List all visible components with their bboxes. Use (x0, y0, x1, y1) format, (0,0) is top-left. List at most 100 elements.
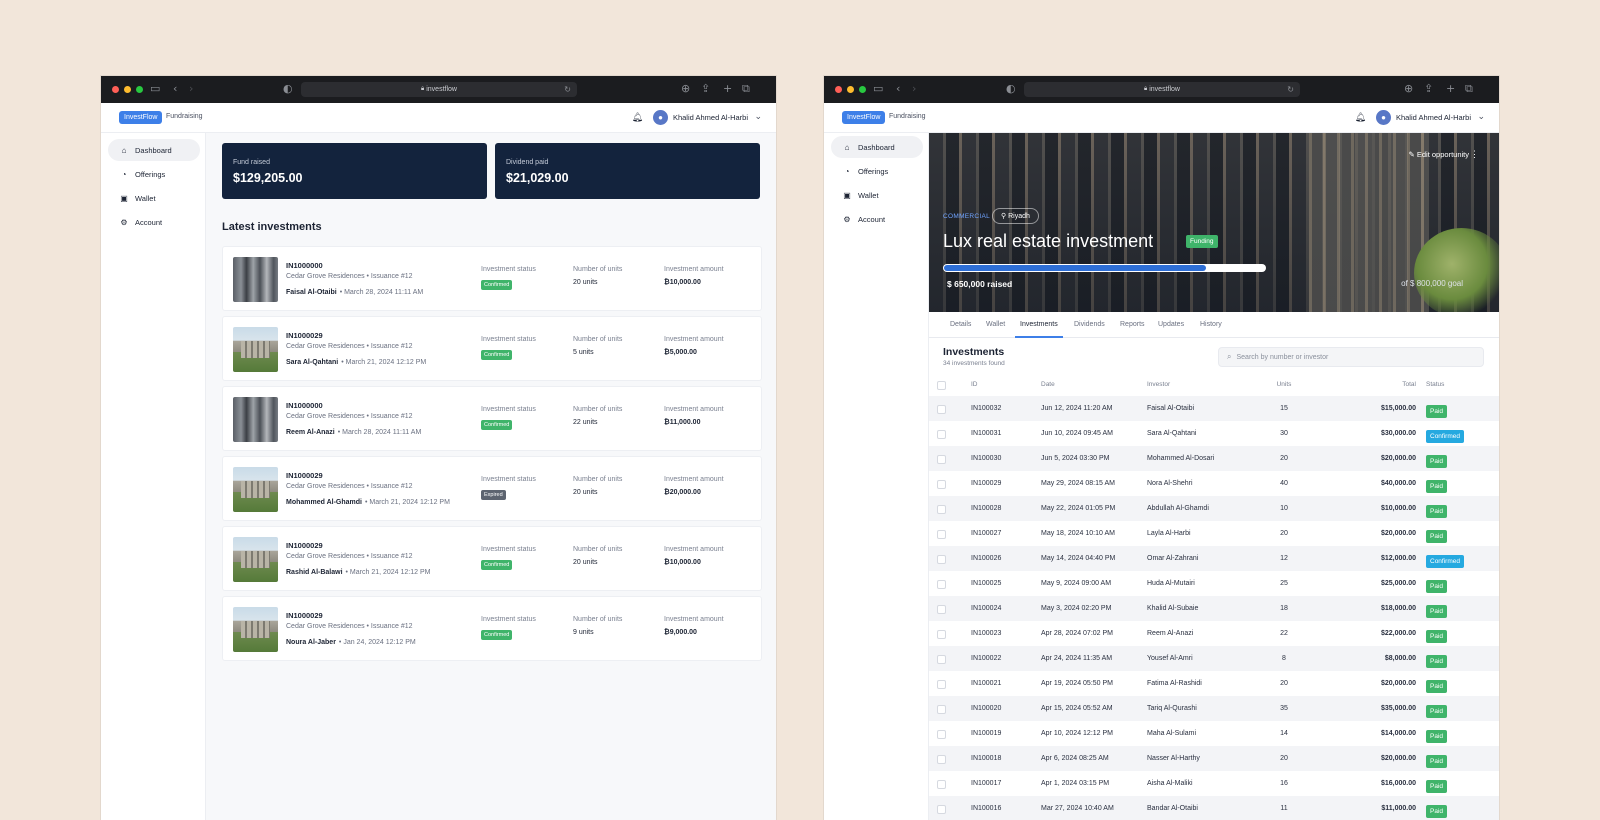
row-checkbox[interactable] (937, 605, 946, 614)
table-row[interactable]: IN100021 Apr 19, 2024 05:50 PM Fatima Al-R… (929, 671, 1499, 696)
address-bar[interactable]: 🔒︎ investflow ↻ (301, 82, 577, 97)
download-icon[interactable]: ⊕ (1404, 83, 1413, 95)
column-header-status[interactable]: Status (1426, 381, 1444, 388)
table-row[interactable]: IN100020 Apr 15, 2024 05:52 AM Tariq Al-Qu… (929, 696, 1499, 721)
forward-icon[interactable]: › (912, 83, 916, 95)
search-input[interactable]: ⌕ Search by number or investor (1218, 347, 1484, 367)
bell-icon[interactable]: 🔔︎ (1355, 112, 1366, 123)
row-checkbox[interactable] (937, 630, 946, 639)
investment-card[interactable]: IN1000029 Cedar Grove Residences • Issuan… (222, 316, 762, 381)
investment-card[interactable]: IN1000000 Cedar Grove Residences • Issuan… (222, 386, 762, 451)
sidebar-item-wallet[interactable]: ▣ Wallet (108, 187, 200, 209)
tab-overview-icon[interactable]: ⧉ (742, 83, 750, 95)
tab-wallet[interactable]: Wallet (986, 312, 1005, 338)
tab-updates[interactable]: Updates (1158, 312, 1184, 338)
row-checkbox[interactable] (937, 730, 946, 739)
tab-details[interactable]: Details (950, 312, 971, 338)
column-header-id[interactable]: ID (971, 381, 978, 388)
sidebar-item-offerings[interactable]: ◔ Offerings (108, 163, 200, 185)
table-row[interactable]: IN100032 Jun 12, 2024 11:20 AM Faisal Al-O… (929, 396, 1499, 421)
table-row[interactable]: IN100026 May 14, 2024 04:40 PM Omar Al-Zah… (929, 546, 1499, 571)
reload-icon[interactable]: ↻ (564, 85, 571, 94)
table-row[interactable]: IN100031 Jun 10, 2024 09:45 AM Sara Al-Qah… (929, 421, 1499, 446)
sidebar-item-dashboard[interactable]: ⌂ Dashboard (108, 139, 200, 161)
row-checkbox[interactable] (937, 505, 946, 514)
close-window-button[interactable] (112, 86, 119, 93)
row-checkbox[interactable] (937, 405, 946, 414)
sidebar-item-dashboard[interactable]: ⌂ Dashboard (831, 136, 923, 158)
zoom-window-button[interactable] (859, 86, 866, 93)
column-header-date[interactable]: Date (1041, 381, 1055, 388)
tab-history[interactable]: History (1200, 312, 1222, 338)
new-tab-icon[interactable]: + (1446, 83, 1455, 95)
chevron-down-icon[interactable]: ⌄ (1477, 111, 1485, 122)
tab-dividends[interactable]: Dividends (1074, 312, 1105, 338)
tab-investments[interactable]: Investments (1015, 312, 1063, 338)
sidebar-item-account[interactable]: ⚙ Account (108, 211, 200, 233)
edit-opportunity-button[interactable]: ✎ Edit opportunity (1408, 150, 1469, 159)
zoom-window-button[interactable] (136, 86, 143, 93)
row-checkbox[interactable] (937, 705, 946, 714)
column-header-units[interactable]: Units (1269, 381, 1299, 388)
back-icon[interactable]: ‹ (896, 83, 900, 95)
download-icon[interactable]: ⊕ (681, 83, 690, 95)
user-name[interactable]: Khalid Ahmed Al-Harbi (673, 113, 748, 122)
select-all-checkbox[interactable] (937, 381, 946, 390)
investment-card[interactable]: IN1000029 Cedar Grove Residences • Issuan… (222, 456, 762, 521)
chevron-down-icon[interactable]: ⌄ (754, 111, 762, 122)
tab-reports[interactable]: Reports (1120, 312, 1145, 338)
row-checkbox[interactable] (937, 555, 946, 564)
back-icon[interactable]: ‹ (173, 83, 177, 95)
row-checkbox[interactable] (937, 455, 946, 464)
row-checkbox[interactable] (937, 530, 946, 539)
sidebar-toggle-icon[interactable]: ▭ (873, 83, 883, 95)
user-name[interactable]: Khalid Ahmed Al-Harbi (1396, 113, 1471, 122)
row-checkbox[interactable] (937, 655, 946, 664)
share-icon[interactable]: ⇪ (701, 83, 710, 95)
row-checkbox[interactable] (937, 755, 946, 764)
reload-icon[interactable]: ↻ (1287, 85, 1294, 94)
table-row[interactable]: IN100024 May 3, 2024 02:20 PM Khalid Al-Su… (929, 596, 1499, 621)
close-window-button[interactable] (835, 86, 842, 93)
brand-logo[interactable]: InvestFlow (842, 111, 886, 124)
avatar[interactable]: ● (1376, 110, 1391, 125)
shield-icon[interactable]: ◐ (283, 83, 293, 95)
table-row[interactable]: IN100019 Apr 10, 2024 12:12 PM Maha Al-Sul… (929, 721, 1499, 746)
table-row[interactable]: IN100018 Apr 6, 2024 08:25 AM Nasser Al-Ha… (929, 746, 1499, 771)
sidebar-item-offerings[interactable]: ◔ Offerings (831, 160, 923, 182)
more-options-icon[interactable]: ⋮ (1470, 149, 1479, 160)
investment-card[interactable]: IN1000029 Cedar Grove Residences • Issuan… (222, 526, 762, 591)
table-row[interactable]: IN100022 Apr 24, 2024 11:35 AM Yousef Al-A… (929, 646, 1499, 671)
row-checkbox[interactable] (937, 430, 946, 439)
sidebar-item-wallet[interactable]: ▣ Wallet (831, 184, 923, 206)
table-row[interactable]: IN100030 Jun 5, 2024 03:30 PM Mohammed Al-… (929, 446, 1499, 471)
forward-icon[interactable]: › (189, 83, 193, 95)
row-checkbox[interactable] (937, 805, 946, 814)
bell-icon[interactable]: 🔔︎ (632, 112, 643, 123)
table-row[interactable]: IN100017 Apr 1, 2024 03:15 PM Aisha Al-Mal… (929, 771, 1499, 796)
column-header-total[interactable]: Total (1402, 381, 1416, 388)
row-checkbox[interactable] (937, 780, 946, 789)
investment-card[interactable]: IN1000029 Cedar Grove Residences • Issuan… (222, 596, 762, 661)
share-icon[interactable]: ⇪ (1424, 83, 1433, 95)
sidebar-toggle-icon[interactable]: ▭ (150, 83, 160, 95)
table-row[interactable]: IN100027 May 18, 2024 10:10 AM Layla Al-Ha… (929, 521, 1499, 546)
new-tab-icon[interactable]: + (723, 83, 732, 95)
table-row[interactable]: IN100029 May 29, 2024 08:15 AM Nora Al-She… (929, 471, 1499, 496)
row-checkbox[interactable] (937, 580, 946, 589)
investment-card[interactable]: IN1000000 Cedar Grove Residences • Issuan… (222, 246, 762, 311)
brand-logo[interactable]: InvestFlow (119, 111, 163, 124)
minimize-window-button[interactable] (124, 86, 131, 93)
avatar[interactable]: ● (653, 110, 668, 125)
column-header-investor[interactable]: Investor (1147, 381, 1170, 388)
address-bar[interactable]: 🔒︎ investflow ↻ (1024, 82, 1300, 97)
table-row[interactable]: IN100016 Mar 27, 2024 10:40 AM Bandar Al-O… (929, 796, 1499, 820)
shield-icon[interactable]: ◐ (1006, 83, 1016, 95)
row-checkbox[interactable] (937, 680, 946, 689)
sidebar-item-account[interactable]: ⚙ Account (831, 208, 923, 230)
tab-overview-icon[interactable]: ⧉ (1465, 83, 1473, 95)
table-row[interactable]: IN100023 Apr 28, 2024 07:02 PM Reem Al-Ana… (929, 621, 1499, 646)
row-checkbox[interactable] (937, 480, 946, 489)
minimize-window-button[interactable] (847, 86, 854, 93)
table-row[interactable]: IN100025 May 9, 2024 09:00 AM Huda Al-Muta… (929, 571, 1499, 596)
